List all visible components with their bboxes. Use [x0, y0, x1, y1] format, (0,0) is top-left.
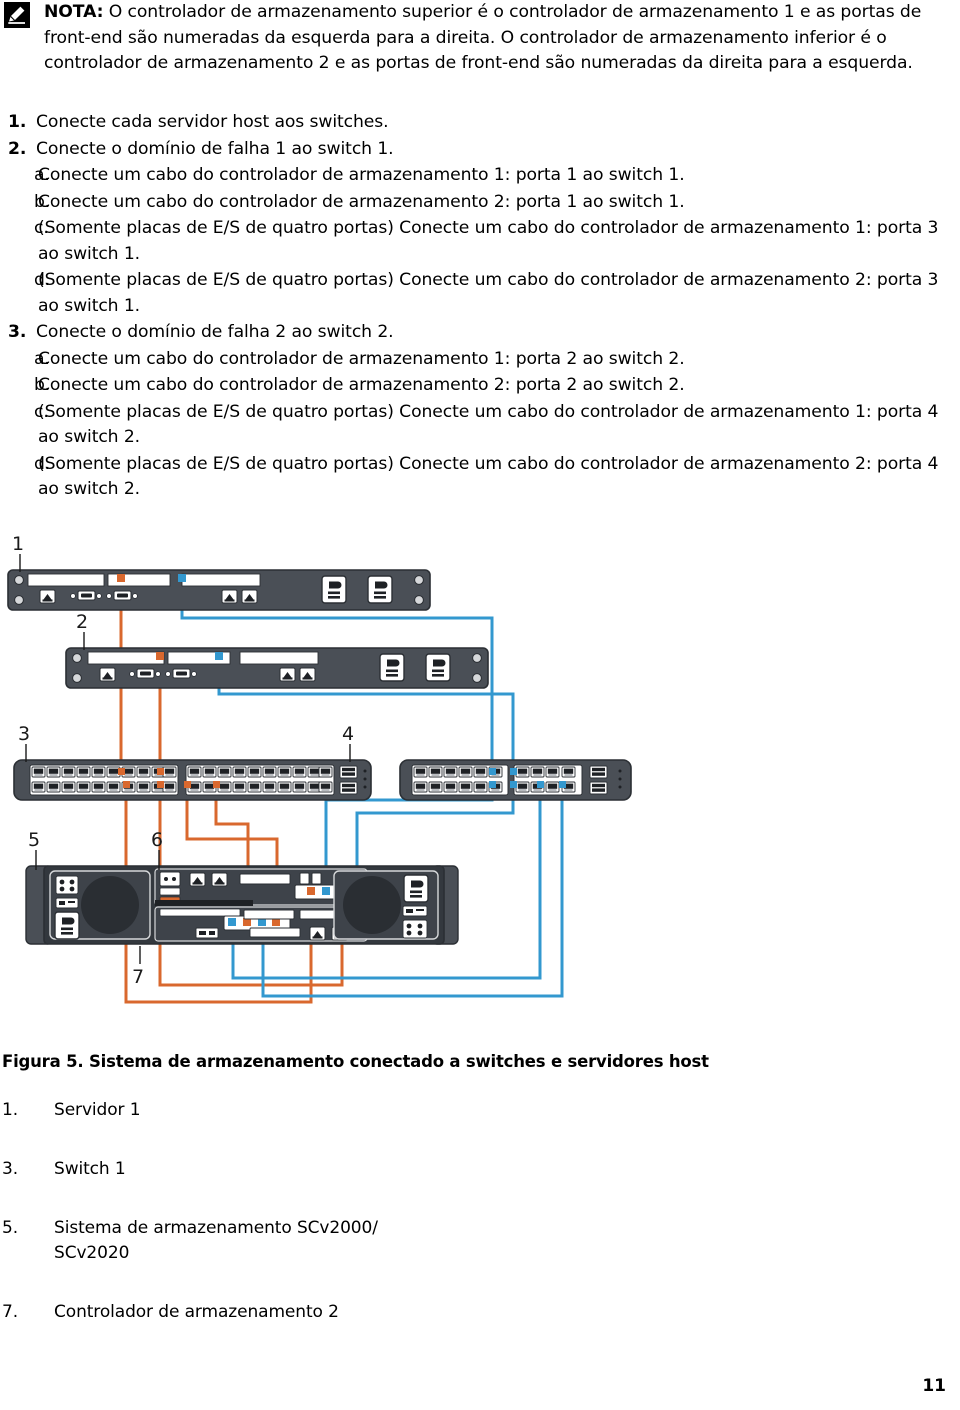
callout-1: 1: [12, 533, 24, 555]
substep-number: a.: [34, 165, 50, 185]
substep-list: a. Conecte um cabo do controlador de arm…: [0, 347, 960, 503]
callout-3: 3: [18, 723, 30, 745]
legend-item: 5. Sistema de armazenamento SCv2000/ SCv…: [0, 1216, 472, 1291]
note-text: NOTA: O controlador de armazenamento sup…: [44, 0, 952, 77]
list-item: d. (Somente placas de E/S de quatro port…: [0, 268, 960, 319]
legend-item: 3. Switch 1: [0, 1157, 472, 1207]
legend-number: 7.: [2, 1302, 19, 1322]
callout-6: 6: [151, 829, 163, 851]
legend-number: 5.: [2, 1218, 19, 1238]
list-item: a. Conecte um cabo do controlador de arm…: [0, 347, 960, 373]
procedure-list: 1. Conecte cada servidor host aos switch…: [0, 110, 960, 504]
figure-caption: Figura 5. Sistema de armazenamento conec…: [2, 1052, 709, 1071]
list-item: 2. Conecte o domínio de falha 1 ao switc…: [0, 137, 960, 163]
substep-text: (Somente placas de E/S de quatro portas)…: [38, 218, 939, 264]
legend-item: 2. Servidor 2: [472, 1098, 960, 1148]
list-item: 1. Conecte cada servidor host aos switch…: [0, 110, 960, 136]
legend-row: 1. Servidor 1 2. Servidor 2: [0, 1098, 960, 1157]
legend-label: Sistema de armazenamento SCv2000/ SCv202…: [54, 1218, 378, 1263]
substep-number: c.: [34, 401, 49, 422]
substep-text: Conecte um cabo do controlador de armaze…: [38, 191, 685, 212]
legend-label: Servidor 1: [54, 1100, 141, 1120]
callout-4: 4: [342, 723, 354, 745]
legend-row: 5. Sistema de armazenamento SCv2000/ SCv…: [0, 1216, 960, 1300]
step-text: Conecte cada servidor host aos switches.: [36, 112, 389, 132]
substep-number: d.: [34, 453, 51, 474]
note-label: NOTA:: [44, 2, 104, 22]
substep-number: b.: [34, 375, 51, 395]
legend-item: 1. Servidor 1: [0, 1098, 472, 1148]
legend-row: 3. Switch 1 4. Switch 2: [0, 1157, 960, 1216]
storage-system-chassis: [25, 865, 459, 945]
legend-item-empty: [472, 1300, 960, 1325]
page-number: 11: [922, 1376, 946, 1396]
substep-number: b.: [34, 191, 51, 212]
step-text: Conecte o domínio de falha 2 ao switch 2…: [36, 322, 394, 342]
callout-7: 7: [132, 966, 144, 988]
substep-number: d.: [34, 270, 51, 290]
legend-item: 7. Controlador de armazenamento 2: [0, 1300, 472, 1325]
list-item: b. Conecte um cabo do controlador de arm…: [0, 190, 960, 216]
callout-5: 5: [28, 829, 40, 851]
legend-label: Switch 1: [54, 1159, 126, 1179]
list-item: c. (Somente placas de E/S de quatro port…: [0, 400, 960, 451]
cabling-diagram: 1 2 3 4 5 6 7: [0, 528, 640, 1040]
list-item: 3. Conecte o domínio de falha 2 ao switc…: [0, 320, 960, 346]
switch-1-chassis: [13, 759, 372, 801]
substep-text: Conecte um cabo do controlador de armaze…: [38, 348, 685, 369]
note-block: NOTA: O controlador de armazenamento sup…: [0, 0, 960, 77]
substep-text: (Somente placas de E/S de quatro portas)…: [38, 270, 939, 316]
server-2-chassis: [65, 647, 489, 689]
substep-text: (Somente placas de E/S de quatro portas)…: [38, 453, 939, 500]
substep-text: Conecte um cabo do controlador de armaze…: [38, 165, 685, 185]
legend-number: 1.: [2, 1100, 19, 1120]
note-pencil-icon: [4, 2, 30, 28]
list-item: d. (Somente placas de E/S de quatro port…: [0, 452, 960, 503]
server-1-chassis: [7, 569, 431, 611]
step-number: 3.: [8, 322, 27, 342]
step-text: Conecte o domínio de falha 1 ao switch 1…: [36, 138, 394, 159]
substep-list: a. Conecte um cabo do controlador de arm…: [0, 163, 960, 319]
list-item: a. Conecte um cabo do controlador de arm…: [0, 163, 960, 189]
substep-text: Conecte um cabo do controlador de armaze…: [38, 375, 685, 395]
list-item: c. (Somente placas de E/S de quatro port…: [0, 216, 960, 267]
step-number: 2.: [8, 138, 27, 159]
substep-text: (Somente placas de E/S de quatro portas)…: [38, 401, 939, 448]
substep-number: a.: [34, 348, 50, 369]
legend-item: 4. Switch 2: [472, 1157, 960, 1207]
legend-label: Controlador de armazenamento 2: [54, 1302, 339, 1322]
note-message: O controlador de armazenamento superior …: [44, 2, 922, 73]
legend-item: 6. Controlador de armazenamento 1: [472, 1216, 960, 1291]
substep-number: c.: [34, 218, 49, 238]
list-item: b. Conecte um cabo do controlador de arm…: [0, 373, 960, 399]
step-number: 1.: [8, 112, 27, 132]
callout-2: 2: [76, 611, 88, 633]
legend-number: 3.: [2, 1159, 19, 1179]
switch-2-chassis: [399, 759, 632, 801]
legend-row: 7. Controlador de armazenamento 2: [0, 1300, 960, 1334]
figure-legend: 1. Servidor 1 2. Servidor 2 3. Switch 1 …: [0, 1098, 960, 1334]
